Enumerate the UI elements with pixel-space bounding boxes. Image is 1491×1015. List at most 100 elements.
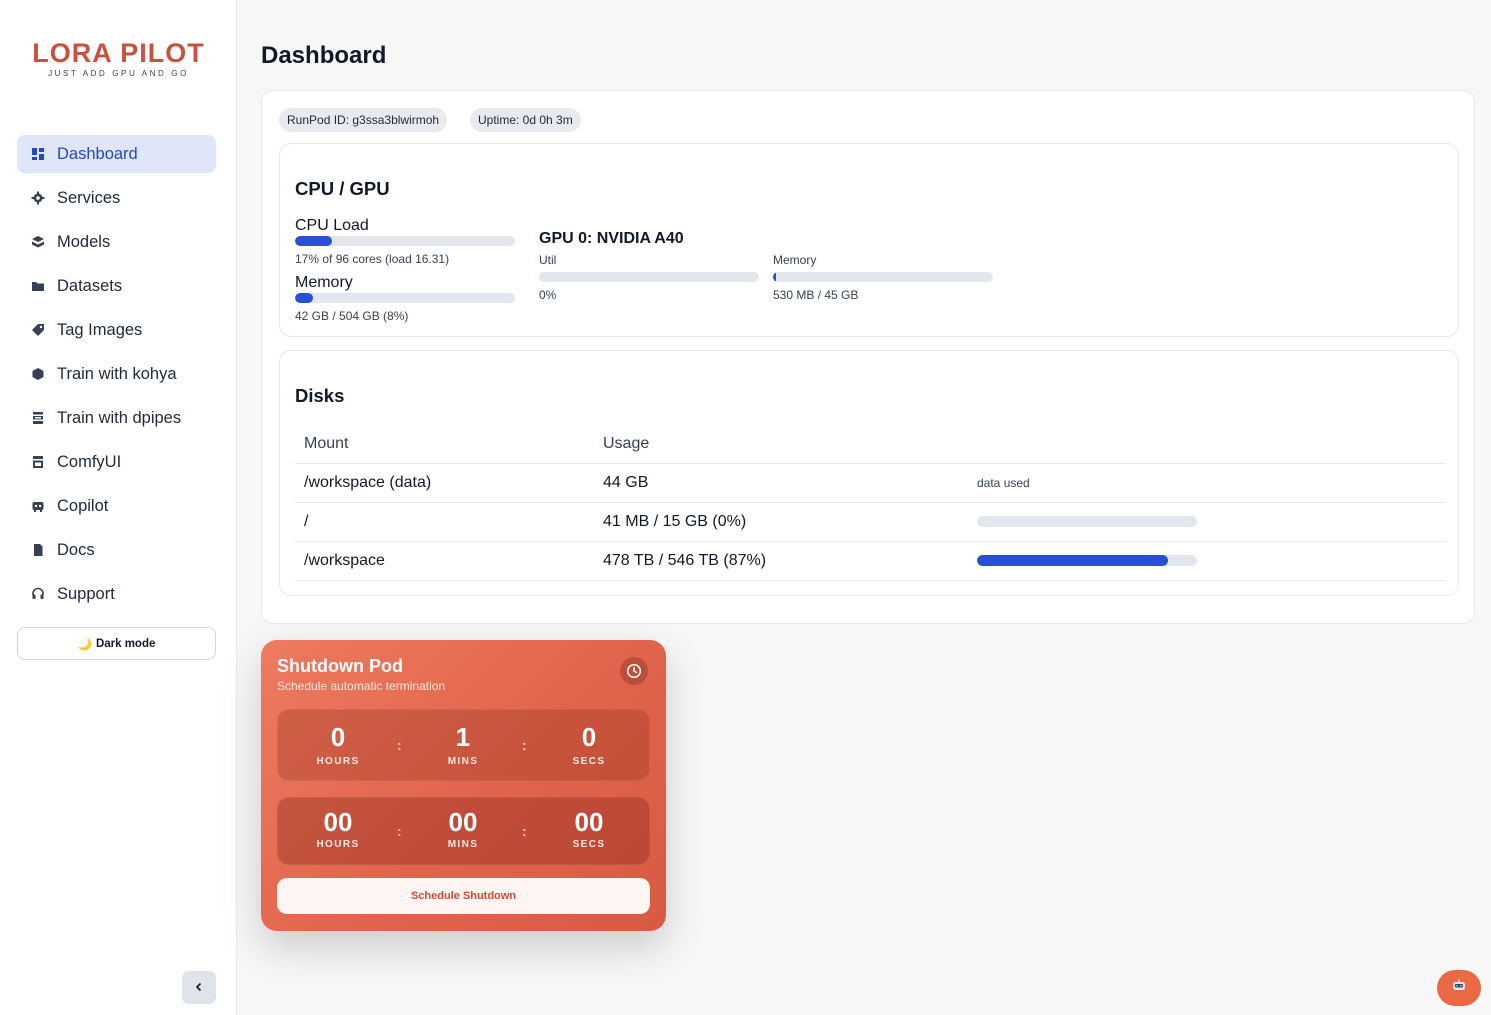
sidebar-item-comfyui[interactable]: ComfyUI — [17, 443, 216, 481]
cpu-load-label: CPU Load — [295, 217, 369, 234]
gpu-util-text: 0% — [539, 288, 557, 302]
hours-unit-label: HOURS — [316, 756, 360, 767]
gear-icon — [31, 191, 45, 205]
layers-icon — [31, 235, 45, 249]
copilot-chat-button[interactable] — [1437, 970, 1481, 1006]
mins-input[interactable]: 1 MINS — [423, 722, 503, 767]
secs-unit-label: SECS — [572, 839, 606, 850]
table-row: /workspace (data) 44 GB data used — [295, 463, 1445, 503]
sidebar-item-label: Train with dpipes — [57, 408, 182, 427]
memory-text: 42 GB / 504 GB (8%) — [295, 309, 409, 323]
hexagon-icon — [31, 367, 45, 381]
memory-label: Memory — [295, 274, 353, 291]
sidebar-item-label: Support — [57, 584, 115, 603]
bar-column-header — [968, 426, 1445, 464]
sidebar-item-train-dpipes[interactable]: Train with dpipes — [17, 399, 216, 437]
sidebar-item-train-kohya[interactable]: Train with kohya — [17, 355, 216, 393]
disks-panel: Disks Mount Usage /workspace (data) 44 G… — [279, 350, 1459, 596]
sidebar: LORA PILOT JUST ADD GPU AND GO Dashboard… — [0, 0, 237, 1015]
disk-note: data used — [977, 475, 1030, 490]
cpu-load-bar-fill — [295, 236, 333, 246]
shutdown-title: Shutdown Pod — [277, 656, 403, 676]
gpu-memory-bar — [773, 272, 993, 282]
hours-value: 0 — [330, 722, 346, 752]
sidebar-item-label: ComfyUI — [57, 452, 122, 471]
sidebar-item-datasets[interactable]: Datasets — [17, 267, 216, 305]
disk-usage-bar-fill — [977, 555, 1169, 566]
mins-value: 1 — [455, 722, 471, 752]
disk-usage: 44 GB — [594, 463, 968, 503]
shutdown-subtitle: Schedule automatic termination — [277, 679, 446, 693]
dark-mode-toggle[interactable]: 🌙 Dark mode — [17, 627, 216, 660]
disk-usage: 478 TB / 546 TB (87%) — [594, 541, 968, 581]
moon-icon: 🌙 — [77, 638, 92, 651]
brand-tagline: JUST ADD GPU AND GO — [48, 69, 189, 78]
dashboard-card: RunPod ID: g3ssa3blwirmoh Uptime: 0d 0h … — [261, 90, 1475, 624]
countdown-hours-value: 00 — [323, 807, 353, 837]
disk-usage: 41 MB / 15 GB (0%) — [594, 502, 968, 542]
time-separator: : — [397, 737, 402, 753]
sidebar-item-copilot[interactable]: Copilot — [17, 487, 216, 525]
schedule-shutdown-button[interactable]: Schedule Shutdown — [277, 878, 650, 914]
cpu-load-bar — [295, 236, 515, 246]
disk-mount: / — [295, 502, 594, 542]
countdown-secs: 00 SECS — [549, 807, 629, 850]
shutdown-pod-widget: Shutdown Pod Schedule automatic terminat… — [261, 640, 666, 931]
shutdown-countdown: 00 HOURS : 00 MINS : 00 SECS — [277, 797, 650, 865]
uptime-badge: Uptime: 0d 0h 3m — [470, 108, 581, 132]
disk-usage-bar — [977, 516, 1197, 527]
hours-unit-label: HOURS — [316, 839, 360, 850]
countdown-hours: 00 HOURS — [298, 807, 378, 850]
gpu-util-bar — [539, 272, 759, 282]
disk-usage-bar — [977, 555, 1197, 566]
folder-icon — [31, 279, 45, 293]
sidebar-item-label: Train with kohya — [57, 364, 177, 383]
gpu-name: GPU 0: NVIDIA A40 — [539, 230, 684, 247]
sidebar-nav: Dashboard Services Models Datasets Tag I… — [17, 135, 216, 619]
shutdown-time-input[interactable]: 0 HOURS : 1 MINS : 0 SECS — [277, 709, 650, 781]
hours-input[interactable]: 0 HOURS — [298, 722, 378, 767]
sidebar-item-tag-images[interactable]: Tag Images — [17, 311, 216, 349]
sidebar-item-models[interactable]: Models — [17, 223, 216, 261]
sidebar-item-services[interactable]: Services — [17, 179, 216, 217]
stack-icon — [31, 411, 45, 425]
dark-mode-label: Dark mode — [95, 637, 156, 650]
table-row: /workspace 478 TB / 546 TB (87%) — [295, 541, 1445, 581]
sidebar-item-support[interactable]: Support — [17, 575, 216, 613]
memory-bar-fill — [295, 293, 313, 303]
clock-icon[interactable] — [620, 657, 648, 685]
inbox-icon — [31, 455, 45, 469]
gpu-memory-text: 530 MB / 45 GB — [773, 288, 859, 302]
disks-title: Disks — [295, 385, 345, 406]
mins-unit-label: MINS — [447, 839, 479, 850]
cpu-load-text: 17% of 96 cores (load 16.31) — [295, 252, 450, 266]
sidebar-item-label: Models — [57, 232, 111, 251]
gpu-memory-bar-fill — [773, 272, 776, 282]
sidebar-item-label: Tag Images — [57, 320, 143, 339]
cpu-gpu-title: CPU / GPU — [295, 178, 390, 199]
robot-icon — [1451, 979, 1467, 998]
memory-bar — [295, 293, 515, 303]
disk-mount: /workspace — [295, 541, 594, 581]
page-title: Dashboard — [261, 42, 387, 69]
chevron-left-icon — [194, 979, 204, 997]
brand-title: LORA PILOT — [32, 38, 205, 68]
mins-unit-label: MINS — [447, 756, 479, 767]
countdown-mins: 00 MINS — [423, 807, 503, 850]
sidebar-item-dashboard[interactable]: Dashboard — [17, 135, 216, 173]
gpu-memory-label: Memory — [773, 253, 817, 267]
dashboard-icon — [31, 147, 45, 161]
collapse-sidebar-button[interactable] — [182, 971, 216, 1004]
sidebar-item-label: Services — [57, 188, 121, 207]
countdown-mins-value: 00 — [448, 807, 478, 837]
cpu-gpu-panel: CPU / GPU CPU Load 17% of 96 cores (load… — [279, 143, 1459, 337]
time-separator: : — [397, 823, 402, 839]
tag-icon — [31, 323, 45, 337]
brand-logo[interactable]: LORA PILOT JUST ADD GPU AND GO — [0, 38, 237, 78]
secs-input[interactable]: 0 SECS — [549, 722, 629, 767]
sidebar-item-docs[interactable]: Docs — [17, 531, 216, 569]
secs-unit-label: SECS — [572, 756, 606, 767]
table-header-row: Mount Usage — [295, 426, 1445, 464]
time-separator: : — [522, 823, 527, 839]
sidebar-item-label: Datasets — [57, 276, 123, 295]
